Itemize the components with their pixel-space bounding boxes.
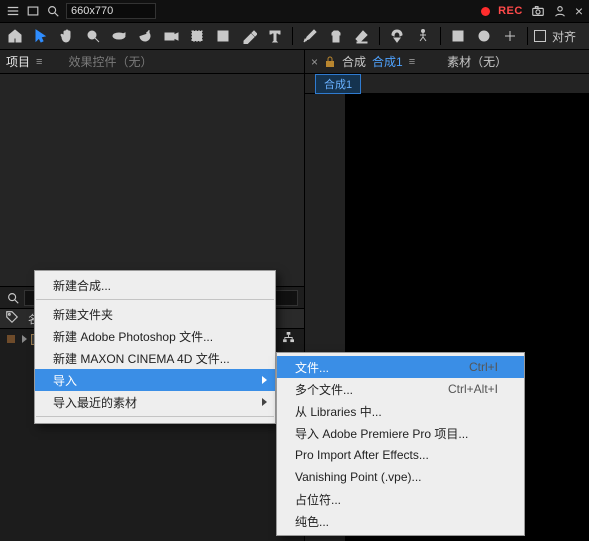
camera-icon[interactable] (531, 4, 545, 18)
submenu-from-libraries[interactable]: 从 Libraries 中... (277, 400, 524, 422)
submenu-solid[interactable]: 纯色... (277, 510, 524, 532)
text-tool[interactable] (264, 25, 286, 47)
tab-composition-menu-icon[interactable]: ≡ (409, 56, 415, 68)
tab-project[interactable]: 项目 (6, 53, 30, 70)
row-twisty-icon[interactable] (22, 335, 27, 343)
close-icon[interactable]: × (575, 3, 583, 19)
breadcrumb-item[interactable]: 合成1 (315, 74, 361, 94)
import-submenu: 文件... Ctrl+I 多个文件... Ctrl+Alt+I 从 Librar… (276, 352, 525, 536)
title-bar: REC × (0, 0, 589, 22)
puppet-tool[interactable] (412, 25, 434, 47)
extra-tool-2[interactable] (473, 25, 495, 47)
project-panel-tabs: 项目 ≡ 效果控件（无） (0, 50, 304, 74)
submenu-file[interactable]: 文件... Ctrl+I (277, 356, 524, 378)
brush-tool[interactable] (299, 25, 321, 47)
hand-tool[interactable] (56, 25, 78, 47)
record-label: REC (498, 5, 523, 17)
menu-new-folder[interactable]: 新建文件夹 (35, 303, 275, 325)
extra-tool-3[interactable] (499, 25, 521, 47)
rotate-tool[interactable] (134, 25, 156, 47)
tab-footage[interactable]: 素材（无） (447, 53, 507, 70)
project-context-menu: 新建合成... 新建文件夹 新建 Adobe Photoshop 文件... 新… (34, 270, 276, 424)
submenu-premiere[interactable]: 导入 Adobe Premiere Pro 项目... (277, 422, 524, 444)
tab-composition[interactable]: 合成 (342, 53, 366, 70)
main-toolbar: 对齐 (0, 22, 589, 50)
pen-tool[interactable] (238, 25, 260, 47)
hamburger-icon[interactable] (6, 4, 20, 18)
composition-breadcrumb: 合成1 (305, 74, 589, 94)
search-icon[interactable] (46, 4, 60, 18)
col-tag[interactable] (0, 310, 22, 327)
extra-tool-1[interactable] (447, 25, 469, 47)
composition-panel-tabs: × 合成 合成1 ≡ 素材（无） (305, 50, 589, 74)
row-color-tag[interactable] (0, 335, 22, 343)
menu-import[interactable]: 导入 (35, 369, 275, 391)
menu-separator (36, 416, 274, 417)
anchor-tool[interactable] (186, 25, 208, 47)
clone-tool[interactable] (325, 25, 347, 47)
submenu-vanishing-point[interactable]: Vanishing Point (.vpe)... (277, 466, 524, 488)
user-icon[interactable] (553, 4, 567, 18)
shape-tool[interactable] (212, 25, 234, 47)
submenu-pro-import[interactable]: Pro Import After Effects... (277, 444, 524, 466)
title-search-input[interactable] (66, 3, 156, 19)
toolbar-separator (379, 27, 380, 45)
tab-effect-controls[interactable]: 效果控件（无） (68, 53, 152, 70)
project-thumbnail-area (0, 74, 304, 287)
tab-project-menu-icon[interactable]: ≡ (36, 56, 42, 68)
search-icon (6, 291, 20, 305)
zoom-tool[interactable] (82, 25, 104, 47)
record-indicator-icon (481, 7, 490, 16)
camera-tool[interactable] (160, 25, 182, 47)
submenu-multiple-files[interactable]: 多个文件... Ctrl+Alt+I (277, 378, 524, 400)
toolbar-separator (292, 27, 293, 45)
selection-tool[interactable] (30, 25, 52, 47)
menu-separator (36, 299, 274, 300)
eraser-tool[interactable] (351, 25, 373, 47)
tab-close-icon[interactable]: × (311, 55, 318, 69)
window-icon[interactable] (26, 4, 40, 18)
row-flowchart-icon[interactable] (283, 332, 294, 346)
home-tool[interactable] (4, 25, 26, 47)
roto-tool[interactable] (386, 25, 408, 47)
tab-composition-current[interactable]: 合成1 (372, 53, 403, 70)
menu-new-c4d[interactable]: 新建 MAXON CINEMA 4D 文件... (35, 347, 275, 369)
menu-new-composition[interactable]: 新建合成... (35, 274, 275, 296)
menu-new-photoshop[interactable]: 新建 Adobe Photoshop 文件... (35, 325, 275, 347)
menu-import-recent[interactable]: 导入最近的素材 (35, 391, 275, 413)
orbit-tool[interactable] (108, 25, 130, 47)
panel-lock-icon[interactable] (324, 56, 336, 68)
toolbar-separator (440, 27, 441, 45)
toolbar-separator (527, 27, 528, 45)
snap-toggle[interactable] (534, 30, 546, 42)
submenu-placeholder[interactable]: 占位符... (277, 488, 524, 510)
snap-label: 对齐 (552, 28, 576, 45)
